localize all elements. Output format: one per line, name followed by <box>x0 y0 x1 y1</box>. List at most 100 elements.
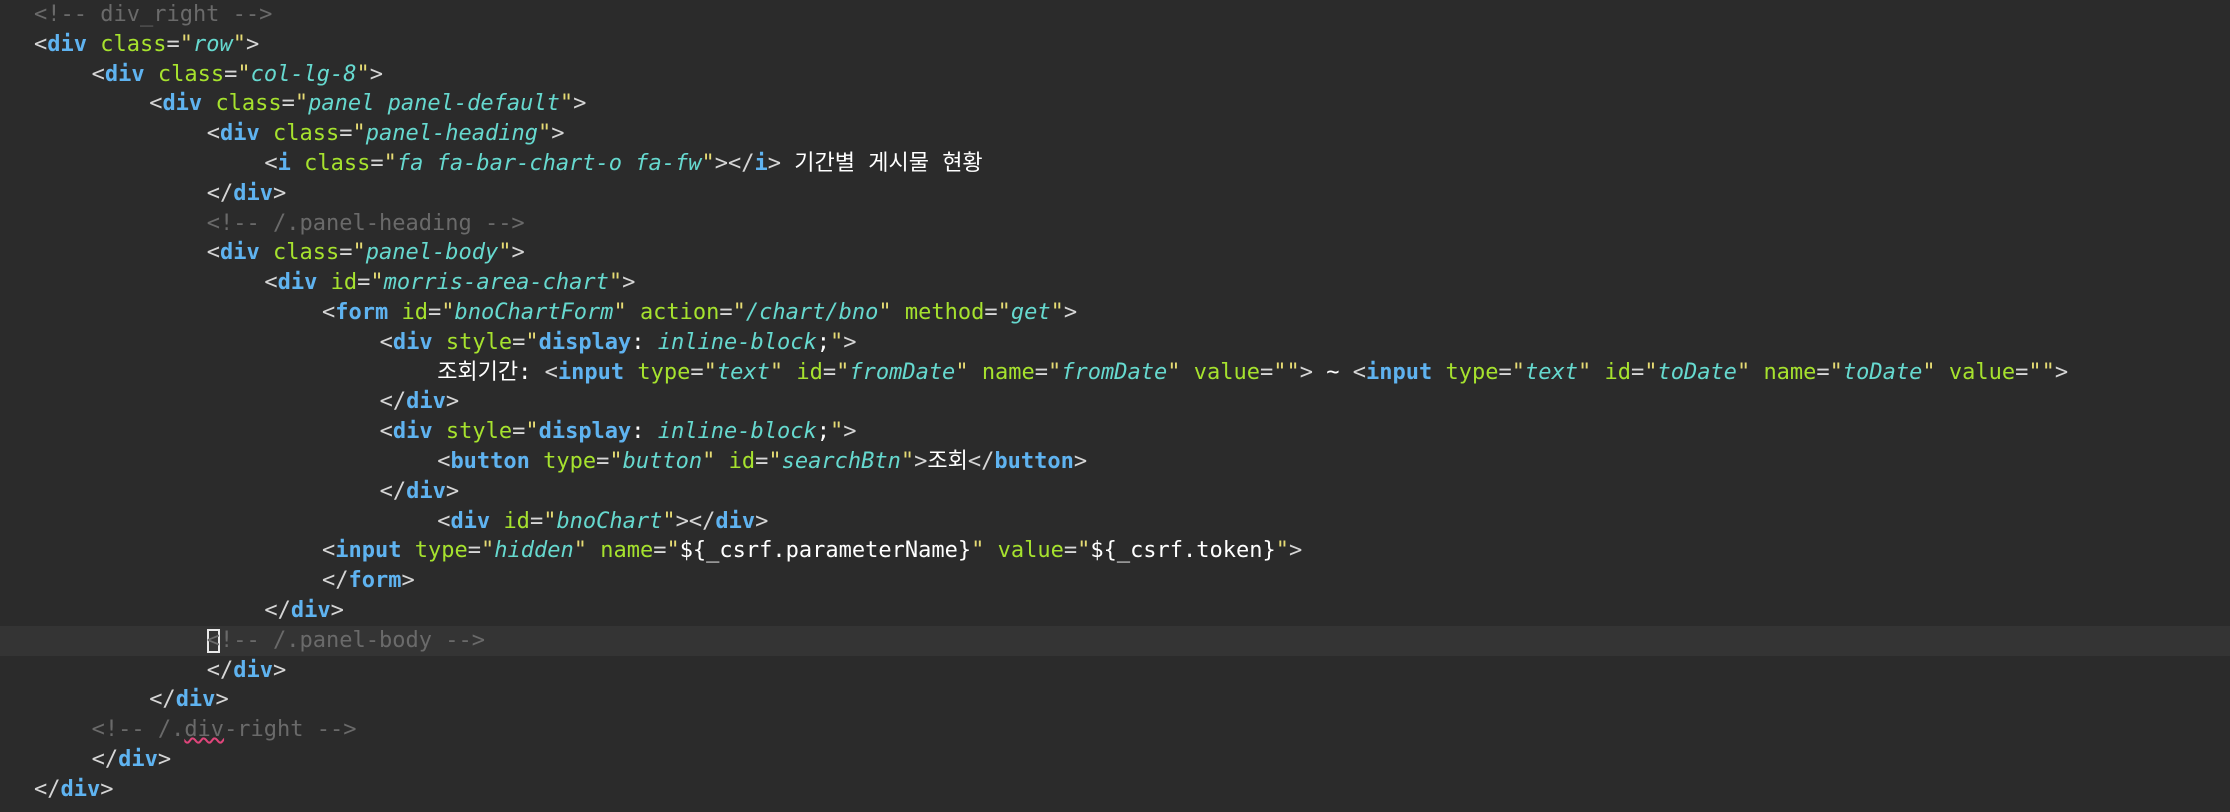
code-line[interactable]: <div class="row"> <box>0 30 2230 60</box>
code-token: = <box>512 419 526 445</box>
code-token: = <box>529 508 544 534</box>
code-token: " <box>768 449 782 474</box>
code-line[interactable]: <button type="button" id="searchBtn">조회<… <box>0 447 2230 477</box>
code-token: " <box>1167 359 1181 385</box>
code-line[interactable]: <!-- /.panel-heading --> <box>0 209 2230 239</box>
code-token: " <box>559 91 574 117</box>
code-token: > <box>511 240 525 266</box>
code-token: " <box>1736 359 1751 385</box>
code-token: < <box>264 270 278 296</box>
code-line-content: </div> <box>264 596 344 626</box>
code-line[interactable]: <div id="bnoChart"></div> <box>0 507 2230 537</box>
code-token: = <box>596 449 610 474</box>
code-token: " <box>997 300 1011 325</box>
code-token: > <box>551 121 565 147</box>
code-token: " <box>971 538 985 564</box>
code-line[interactable]: <!-- /.panel-body --> <box>0 625 2230 656</box>
code-token: > <box>445 478 460 504</box>
code-token: class <box>273 240 340 266</box>
code-token: value <box>1948 359 2016 385</box>
code-line[interactable]: <div class="panel-body"> <box>0 238 2230 268</box>
code-line-content: <div id="morris-area-chart"> <box>264 268 635 298</box>
code-token: " <box>537 121 552 147</box>
code-line[interactable]: </div> <box>0 596 2230 626</box>
code-token: bnoChartForm <box>454 300 614 325</box>
code-line[interactable]: </form> <box>0 566 2230 596</box>
code-token: " <box>613 300 627 325</box>
code-line[interactable]: <input type="hidden" name="${_csrf.param… <box>0 536 2230 566</box>
code-token: " <box>370 270 384 296</box>
code-line[interactable]: <div id="morris-area-chart"> <box>0 268 2230 298</box>
code-line-content: </div> <box>34 775 114 805</box>
code-token: form <box>348 568 402 594</box>
code-token: > <box>215 687 229 713</box>
code-token: < <box>91 61 105 87</box>
code-token: = <box>467 538 481 564</box>
code-editor[interactable]: <!-- div_right --> <div class="row"> <div … <box>0 0 2230 812</box>
code-line[interactable]: </div> <box>0 656 2230 686</box>
code-token: <!-- /.panel-body --> <box>206 627 485 653</box>
code-token: > <box>2054 359 2069 385</box>
code-token: inline-block <box>657 329 817 355</box>
code-line-content: </div> <box>380 387 460 417</box>
code-line[interactable]: </div> <box>0 685 2230 715</box>
code-token: row <box>192 31 233 57</box>
code-token: = <box>357 270 371 296</box>
code-token: " <box>769 359 784 385</box>
code-token: " <box>836 359 850 385</box>
code-token: </ <box>379 389 407 415</box>
code-token: </ <box>91 747 119 772</box>
code-token: < <box>206 240 221 266</box>
code-token: " <box>1922 359 1936 385</box>
code-token: < <box>149 91 163 117</box>
code-token: " <box>352 240 366 266</box>
code-line-content: </div> <box>92 745 172 775</box>
code-line[interactable]: <div class="panel panel-default"> <box>0 89 2230 119</box>
code-line[interactable]: <i class="fa fa-bar-chart-o fa-fw"></i> … <box>0 149 2230 179</box>
code-token: div <box>162 91 203 117</box>
code-line[interactable]: </div> <box>0 745 2230 775</box>
code-token: div <box>406 478 446 504</box>
code-token: < <box>34 31 48 57</box>
code-line[interactable]: </div> <box>0 775 2230 805</box>
code-line[interactable]: </div> <box>0 179 2230 209</box>
code-token: class <box>215 91 282 117</box>
code-token: < <box>1352 359 1366 385</box>
code-line[interactable]: <div style="display: inline-block;"> <box>0 328 2230 358</box>
code-token: div <box>392 329 433 355</box>
code-token: " <box>702 449 716 474</box>
code-token: id <box>330 270 358 296</box>
code-token: " <box>609 449 623 474</box>
code-line-content: <input type="hidden" name="${_csrf.param… <box>322 536 1302 566</box>
code-token: = <box>822 359 837 385</box>
code-line[interactable]: 조회기간: <input type="text" id="fromDate" n… <box>0 358 2230 388</box>
code-token: < <box>322 538 336 564</box>
code-line[interactable]: <!-- div_right --> <box>0 0 2230 30</box>
code-token: > <box>755 508 769 534</box>
code-token: " <box>830 419 844 445</box>
code-token: /chart/bno <box>745 300 879 325</box>
code-token: text <box>716 359 770 385</box>
code-token: = <box>1063 538 1078 564</box>
code-token: </ <box>967 449 995 474</box>
code-token: " <box>543 508 557 534</box>
code-line[interactable]: <!-- /.div-right --> <box>0 715 2230 745</box>
code-line[interactable]: </div> <box>0 477 2230 507</box>
code-token: class <box>100 31 167 57</box>
code-token: : <box>631 329 658 355</box>
code-token: div <box>290 598 331 623</box>
code-line[interactable]: <div class="panel-heading"> <box>0 119 2230 149</box>
code-token: = <box>166 31 180 57</box>
code-token: = <box>984 300 998 325</box>
code-token: " <box>1511 359 1525 385</box>
code-line[interactable]: <div class="col-lg-8"> <box>0 60 2230 90</box>
code-line[interactable]: </div> <box>0 387 2230 417</box>
code-token: type <box>414 538 468 564</box>
code-line[interactable]: <div style="display: inline-block;"> <box>0 417 2230 447</box>
code-line[interactable]: <form id="bnoChartForm" action="/chart/b… <box>0 298 2230 328</box>
code-token: fromDate <box>849 359 956 385</box>
code-token: </ <box>206 180 234 206</box>
